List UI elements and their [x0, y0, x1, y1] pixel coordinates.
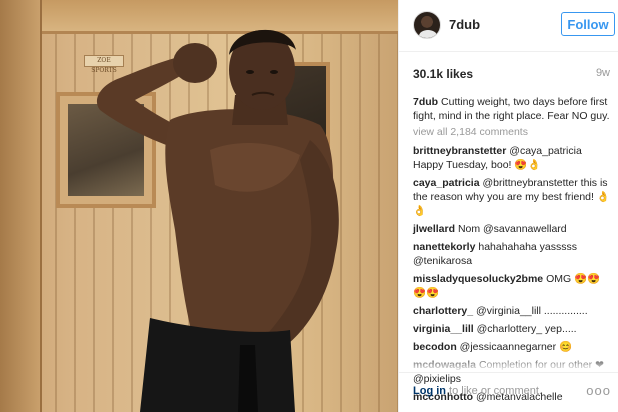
- comments-fade: [399, 354, 618, 372]
- comment-item: caya_patricia @brittneybranstetter this …: [413, 176, 613, 218]
- view-all-comments-link[interactable]: view all 2,184 comments: [413, 125, 613, 139]
- login-prompt: Log in to like or comment.: [413, 385, 542, 397]
- post-footer: Log in to like or comment. ooo: [399, 372, 618, 412]
- comment-username[interactable]: jlwellard: [413, 223, 455, 235]
- caption-text: Cutting weight, two days before first fi…: [413, 96, 610, 122]
- post-header: 7dub Follow: [399, 0, 618, 52]
- post-photo[interactable]: ZOE SPORTS: [0, 0, 398, 412]
- man-flexing-figure: [96, 29, 339, 412]
- comment-text: @jessicaannegarner 😊: [459, 341, 573, 353]
- comment-text: @virginia__lill ...............: [476, 305, 588, 317]
- comment-item: charlottery_ @virginia__lill ...........…: [413, 304, 613, 318]
- username-link[interactable]: 7dub: [449, 17, 480, 32]
- comment-username[interactable]: charlottery_: [413, 305, 473, 317]
- comment-item: becodon @jessicaannegarner 😊: [413, 340, 613, 354]
- comment-username[interactable]: nanettekorly: [413, 241, 475, 253]
- comment-text: @charlottery_ yep.....: [476, 323, 577, 335]
- comment-text: Nom @savannawellard: [457, 223, 567, 235]
- comment-item: brittneybranstetter @caya_patricia Happy…: [413, 144, 613, 172]
- more-options-icon[interactable]: ooo: [586, 383, 611, 398]
- avatar[interactable]: [413, 11, 441, 39]
- caption-username[interactable]: 7dub: [413, 96, 438, 108]
- comment-username[interactable]: caya_patricia: [413, 177, 480, 189]
- post-sidebar: 7dub Follow 30.1k likes 9w 7dub Cutting …: [398, 0, 618, 412]
- comment-username[interactable]: virginia__lill: [413, 323, 474, 335]
- comment-item: missladyquesolucky2bme OMG 😍😍😍😍: [413, 272, 613, 300]
- post-time[interactable]: 9w: [596, 67, 610, 79]
- login-prompt-text: to like or comment.: [446, 385, 542, 397]
- comment-item: nanettekorly hahahahaha yasssss @tenikar…: [413, 240, 613, 268]
- follow-button[interactable]: Follow: [561, 12, 615, 36]
- comment-item: jlwellard Nom @savannawellard: [413, 222, 613, 236]
- likes-count[interactable]: 30.1k likes: [413, 67, 473, 81]
- comment-username[interactable]: missladyquesolucky2bme: [413, 273, 543, 285]
- comment-username[interactable]: becodon: [413, 341, 457, 353]
- caption: 7dub Cutting weight, two days before fir…: [413, 95, 613, 123]
- login-link[interactable]: Log in: [413, 385, 446, 397]
- comment-item: virginia__lill @charlottery_ yep.....: [413, 322, 613, 336]
- comment-username[interactable]: brittneybranstetter: [413, 145, 506, 157]
